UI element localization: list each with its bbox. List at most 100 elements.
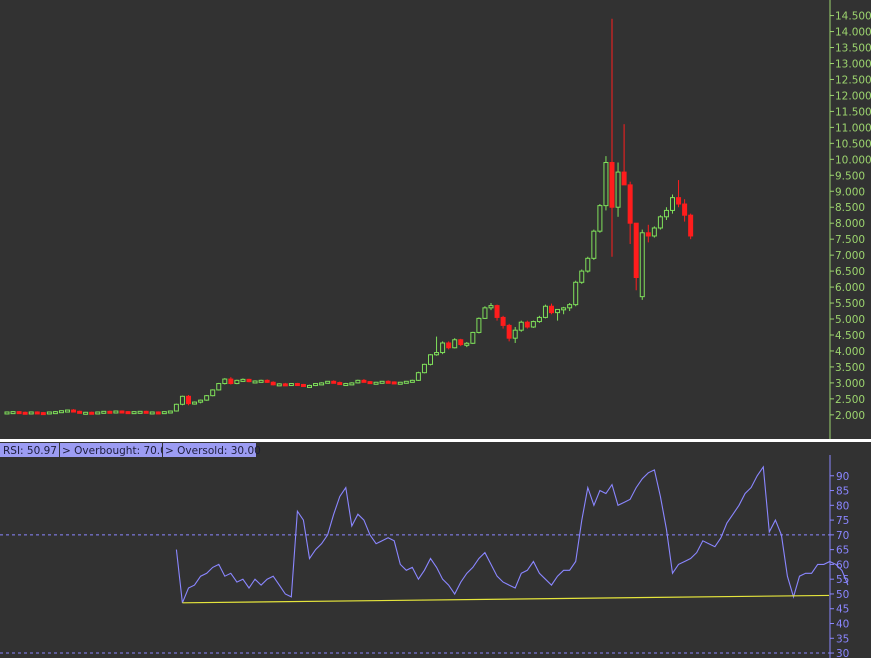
candle: [276, 383, 282, 387]
candle-body: [421, 363, 427, 374]
candle-body: [270, 381, 276, 386]
candle-body: [149, 411, 155, 415]
candle-body: [210, 389, 216, 397]
candle: [530, 320, 536, 328]
candle: [204, 395, 210, 401]
candle-body: [216, 383, 222, 391]
candle-body: [470, 331, 476, 344]
candle: [222, 378, 228, 385]
candle-body: [403, 380, 409, 384]
candle-body: [307, 384, 312, 388]
candle-body: [107, 410, 113, 414]
candle: [89, 411, 95, 415]
rsi-tick-label: 80: [836, 500, 849, 512]
candle-body: [428, 354, 433, 365]
candle: [28, 411, 34, 415]
candle-body: [409, 379, 415, 383]
candle: [131, 411, 137, 415]
candle-body: [34, 411, 40, 415]
price-tick-label: 11.500: [835, 106, 871, 118]
candle-body: [676, 197, 682, 205]
candle-body: [77, 410, 83, 414]
candle: [161, 411, 167, 415]
candle-body: [192, 401, 198, 405]
price-tick-label: 14.000: [835, 27, 871, 39]
rsi-tick-label: 75: [836, 515, 849, 527]
candle: [240, 378, 246, 382]
rsi-legend[interactable]: RSI: 50.97 > Overbought: 70.00 > Oversol…: [0, 443, 261, 457]
candle: [46, 411, 52, 415]
candle-body: [506, 324, 512, 339]
candle-body: [482, 307, 488, 319]
candle: [349, 382, 355, 386]
candle: [58, 410, 64, 414]
candle: [10, 411, 16, 415]
price-tick-label: 5.500: [835, 298, 865, 310]
candle: [440, 341, 446, 355]
candle: [40, 411, 46, 416]
candle-body: [161, 411, 167, 415]
candle-body: [4, 411, 10, 415]
candle-body: [288, 383, 294, 387]
price-tick-label: 12.000: [835, 90, 871, 102]
price-tick-label: 14.500: [835, 11, 871, 23]
candle: [4, 411, 10, 415]
price-tick-label: 3.000: [835, 378, 865, 390]
candle-body: [349, 382, 355, 386]
candle: [373, 381, 379, 385]
candle-body: [603, 162, 609, 207]
candle-body: [222, 378, 228, 385]
candle: [403, 380, 409, 384]
candle-body: [579, 270, 585, 283]
price-tick-label: 4.000: [835, 346, 865, 358]
candle-body: [131, 411, 137, 415]
candle: [524, 320, 530, 329]
candle-body: [446, 342, 452, 349]
candle: [670, 194, 675, 214]
candle-body: [300, 383, 306, 387]
candle-body: [440, 342, 446, 354]
candle-body: [385, 380, 391, 384]
candle: [300, 383, 306, 387]
candle: [446, 341, 452, 350]
candle-body: [113, 410, 119, 414]
candle-body: [10, 411, 16, 415]
candle: [125, 411, 131, 415]
candle-body: [319, 382, 325, 386]
candle-body: [391, 381, 397, 385]
candle: [603, 156, 609, 211]
candle-body: [536, 316, 542, 323]
price-tick-label: 10.500: [835, 138, 871, 150]
candle-body: [28, 411, 34, 415]
candle-body: [458, 339, 464, 346]
candle: [482, 306, 488, 320]
panel-separator[interactable]: [0, 439, 871, 442]
candle-body: [173, 403, 179, 412]
candle-body: [512, 329, 518, 339]
candle: [367, 380, 373, 385]
candle: [155, 411, 161, 415]
candle: [476, 317, 482, 334]
candle: [573, 280, 579, 307]
candle: [518, 320, 524, 332]
candle-body: [464, 342, 470, 346]
legend-rsi: RSI: 50.97: [3, 445, 57, 457]
candle-body: [240, 378, 246, 382]
candle-body: [331, 380, 337, 384]
candle: [83, 411, 89, 415]
candle: [294, 382, 300, 387]
price-tick-label: 4.500: [835, 330, 865, 342]
candle: [391, 381, 397, 385]
candle-body: [549, 305, 554, 314]
candle: [234, 379, 240, 385]
candle: [149, 411, 155, 415]
candle: [258, 379, 264, 383]
candle-body: [518, 321, 524, 331]
candle-body: [434, 352, 440, 356]
candle-body: [682, 203, 688, 216]
price-tick-label: 3.500: [835, 362, 865, 374]
candle: [415, 371, 421, 381]
candle: [657, 215, 663, 230]
legend-oversold: > Oversold: 30.00: [165, 445, 261, 457]
candle-body: [688, 214, 694, 237]
